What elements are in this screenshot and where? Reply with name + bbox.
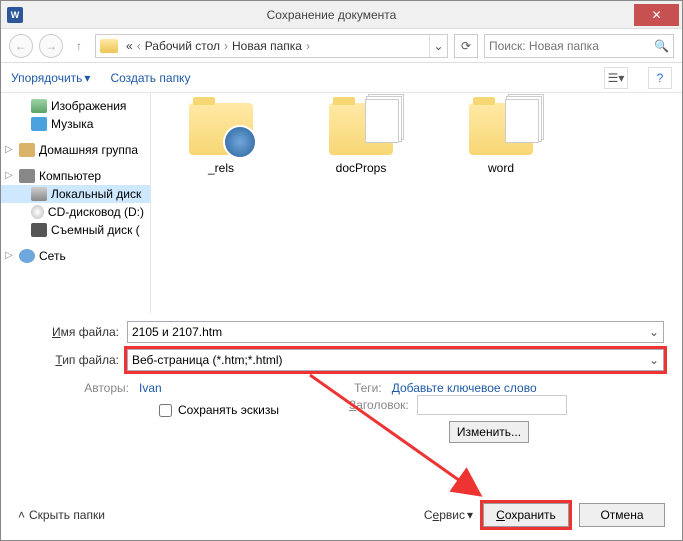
save-button[interactable]: Сохранить [483, 503, 569, 527]
app-icon: W [7, 7, 23, 23]
explorer-body: Изображения Музыка ▷ Домашняя группа ▷ Компью… [1, 93, 682, 313]
chevron-down-icon: ▾ [467, 508, 473, 522]
music-icon [31, 117, 47, 131]
save-form: Имя файла: 2105 и 2107.htm⌄ Тип файла: В… [1, 313, 682, 451]
folder-item[interactable]: _rels [171, 103, 271, 175]
service-menu[interactable]: Сервис ▾ [424, 508, 473, 522]
help-button[interactable]: ? [648, 67, 672, 89]
refresh-button[interactable]: ⟳ [454, 34, 478, 58]
folder-label: _rels [208, 161, 234, 175]
folder-icon [329, 103, 393, 155]
authors-label: Авторы: [59, 381, 129, 395]
expander-icon[interactable]: ▷ [5, 170, 13, 181]
chevron-down-icon[interactable]: ⌄ [649, 353, 659, 367]
folder-content[interactable]: _rels docProps word [151, 93, 682, 313]
sidebar-item[interactable]: Локальный диск [1, 185, 150, 203]
new-folder-button[interactable]: Создать папку [110, 71, 190, 85]
tags-label: Теги: [312, 381, 382, 395]
toolbar: Упорядочить▾ Создать папку ☰▾ ? [1, 63, 682, 93]
close-button[interactable]: ✕ [634, 4, 679, 26]
expander-icon[interactable]: ▷ [5, 144, 13, 155]
save-button-text: охранить [505, 508, 556, 522]
sidebar-item-label: Съемный диск ( [51, 223, 140, 237]
cancel-button[interactable]: Отмена [579, 503, 665, 527]
sidebar-item[interactable]: Музыка [1, 115, 150, 133]
sidebar-item-label: CD-дисковод (D:) [48, 205, 144, 219]
bottombar: ˄Скрыть папки Сервис ▾ Сохранить Отмена [0, 497, 683, 533]
hide-folders-button[interactable]: ˄Скрыть папки [18, 508, 105, 522]
filetype-select[interactable]: Веб-страница (*.htm;*.html)⌄ [127, 349, 664, 371]
save-thumbnails-checkbox[interactable] [159, 404, 172, 417]
drive-icon [31, 187, 47, 201]
breadcrumb-prefix: « [122, 39, 137, 53]
sidebar-item-label: Музыка [51, 117, 93, 131]
title-input[interactable] [417, 395, 567, 415]
folder-item[interactable]: word [451, 103, 551, 175]
folder-label: word [488, 161, 514, 175]
expander-icon[interactable]: ▷ [5, 250, 13, 261]
folder-label: docProps [336, 161, 387, 175]
folder-icon [100, 39, 118, 53]
pc-icon [19, 169, 35, 183]
sidebar-item-label: Локальный диск [51, 187, 141, 201]
net-icon [19, 249, 35, 263]
breadcrumb-dropdown[interactable]: ⌄ [429, 35, 447, 57]
breadcrumb[interactable]: « ‹ Рабочий стол › Новая папка › ⌄ [95, 34, 448, 58]
search-input[interactable] [489, 39, 654, 53]
sidebar-item[interactable]: Сеть [1, 247, 150, 265]
chevron-up-icon: ˄ [18, 508, 25, 522]
cd-icon [31, 205, 44, 219]
usb-icon [31, 223, 47, 237]
breadcrumb-item[interactable]: Рабочий стол [141, 39, 224, 53]
chevron-down-icon[interactable]: ⌄ [649, 325, 659, 339]
sidebar-item[interactable]: Домашняя группа [1, 141, 150, 159]
change-button[interactable]: Изменить... [449, 421, 529, 443]
filetype-label: Тип файла: [19, 353, 119, 367]
sidebar-item[interactable]: Компьютер [1, 167, 150, 185]
titlebar: W Сохранение документа ✕ [1, 1, 682, 29]
sidebar-item-label: Изображения [51, 99, 126, 113]
pic-icon [31, 99, 47, 113]
sidebar-item[interactable]: CD-дисковод (D:) [1, 203, 150, 221]
filename-label: Имя файла: [19, 325, 119, 339]
search-box[interactable]: 🔍 [484, 34, 674, 58]
sidebar-item-label: Компьютер [39, 169, 101, 183]
folder-icon [469, 103, 533, 155]
sidebar-item-label: Домашняя группа [39, 143, 138, 157]
sidebar-item[interactable]: Съемный диск ( [1, 221, 150, 239]
forward-button[interactable]: → [39, 34, 63, 58]
up-button[interactable]: ↑ [69, 36, 89, 56]
title-label: Заголовок: [349, 398, 409, 412]
save-thumbnails-label: Сохранять эскизы [178, 403, 279, 417]
sidebar: Изображения Музыка ▷ Домашняя группа ▷ Компью… [1, 93, 151, 313]
filename-input[interactable]: 2105 и 2107.htm⌄ [127, 321, 664, 343]
chevron-right-icon: › [306, 39, 310, 53]
window-title: Сохранение документа [29, 8, 634, 22]
breadcrumb-item[interactable]: Новая папка [228, 39, 306, 53]
navbar: ← → ↑ « ‹ Рабочий стол › Новая папка › ⌄… [1, 29, 682, 63]
search-icon[interactable]: 🔍 [654, 39, 669, 53]
home-icon [19, 143, 35, 157]
filename-label-text: мя файла: [61, 325, 119, 339]
folder-icon [189, 103, 253, 155]
folder-item[interactable]: docProps [311, 103, 411, 175]
tags-value[interactable]: Добавьте ключевое слово [392, 381, 537, 395]
sidebar-item-label: Сеть [39, 249, 66, 263]
organize-menu[interactable]: Упорядочить▾ [11, 71, 90, 85]
sidebar-item[interactable]: Изображения [1, 97, 150, 115]
view-options-button[interactable]: ☰▾ [604, 67, 628, 89]
back-button[interactable]: ← [9, 34, 33, 58]
chevron-down-icon: ▾ [84, 71, 90, 85]
authors-value[interactable]: Ivan [139, 381, 162, 395]
